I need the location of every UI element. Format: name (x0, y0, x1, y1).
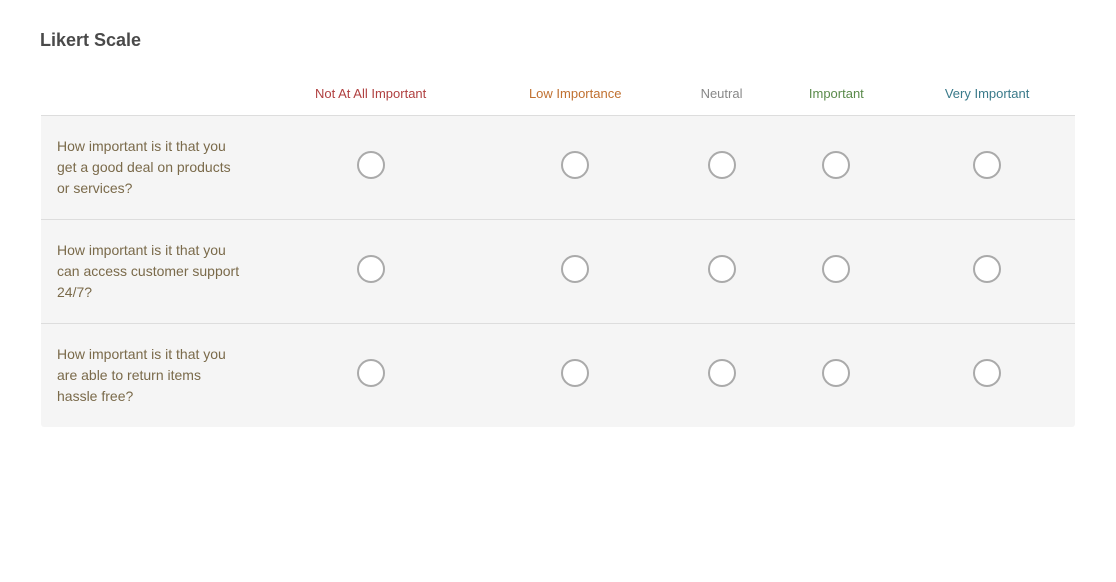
question-text-2: How important is it that you can access … (41, 220, 261, 324)
header-neutral: Neutral (670, 72, 774, 116)
radio-very-3[interactable] (973, 359, 1001, 387)
radio-cell-2-1 (261, 220, 481, 324)
radio-cell-1-4 (773, 116, 899, 220)
header-important: Important (773, 72, 899, 116)
header-not-at-all: Not At All Important (261, 72, 481, 116)
radio-low-3[interactable] (561, 359, 589, 387)
radio-not-at-all-1[interactable] (357, 151, 385, 179)
radio-low-2[interactable] (561, 255, 589, 283)
table-row: How important is it that you get a good … (41, 116, 1076, 220)
radio-neutral-3[interactable] (708, 359, 736, 387)
radio-not-at-all-2[interactable] (357, 255, 385, 283)
header-question-col (41, 72, 261, 116)
radio-cell-3-1 (261, 324, 481, 428)
question-text-1: How important is it that you get a good … (41, 116, 261, 220)
radio-cell-2-4 (773, 220, 899, 324)
radio-cell-2-2 (481, 220, 670, 324)
table-row: How important is it that you are able to… (41, 324, 1076, 428)
table-row: How important is it that you can access … (41, 220, 1076, 324)
radio-very-1[interactable] (973, 151, 1001, 179)
header-very-important: Very Important (899, 72, 1075, 116)
radio-not-at-all-3[interactable] (357, 359, 385, 387)
radio-cell-3-3 (670, 324, 774, 428)
radio-cell-3-4 (773, 324, 899, 428)
radio-cell-1-2 (481, 116, 670, 220)
question-text-3: How important is it that you are able to… (41, 324, 261, 428)
header-low-importance: Low Importance (481, 72, 670, 116)
radio-very-2[interactable] (973, 255, 1001, 283)
radio-neutral-1[interactable] (708, 151, 736, 179)
radio-low-1[interactable] (561, 151, 589, 179)
radio-cell-3-5 (899, 324, 1075, 428)
page-title: Likert Scale (40, 30, 1076, 51)
radio-cell-1-1 (261, 116, 481, 220)
radio-cell-2-5 (899, 220, 1075, 324)
radio-cell-2-3 (670, 220, 774, 324)
header-row: Not At All Important Low Importance Neut… (41, 72, 1076, 116)
likert-scale-table: Not At All Important Low Importance Neut… (40, 71, 1076, 428)
radio-cell-1-5 (899, 116, 1075, 220)
radio-important-3[interactable] (822, 359, 850, 387)
radio-cell-3-2 (481, 324, 670, 428)
radio-important-2[interactable] (822, 255, 850, 283)
radio-important-1[interactable] (822, 151, 850, 179)
radio-neutral-2[interactable] (708, 255, 736, 283)
radio-cell-1-3 (670, 116, 774, 220)
